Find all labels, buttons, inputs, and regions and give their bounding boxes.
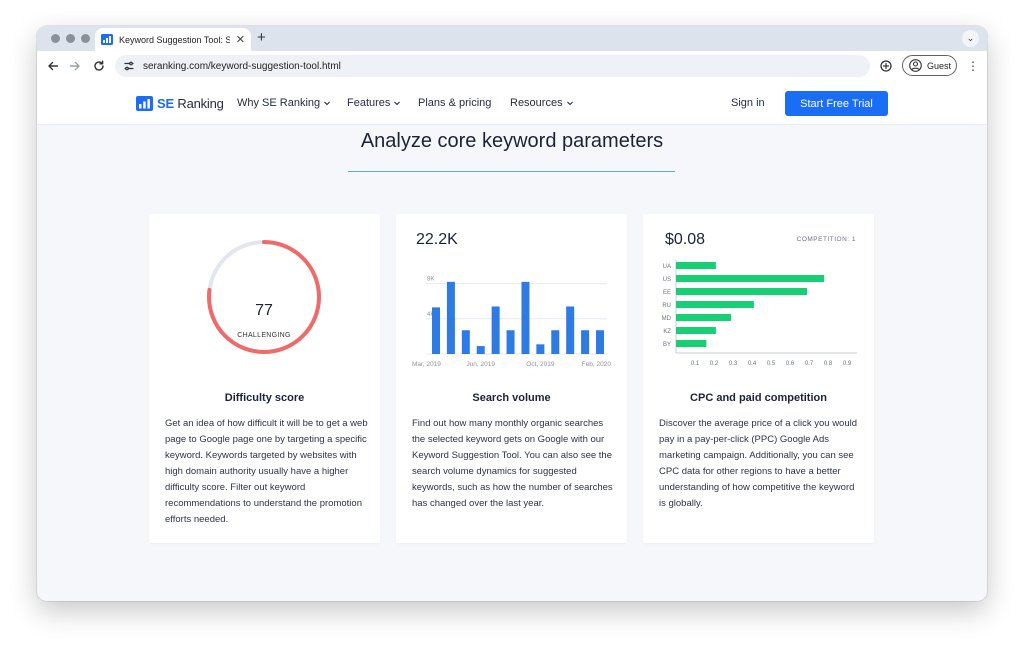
site-settings-icon[interactable] xyxy=(123,60,135,72)
x-tick-label: Oct, 2019 xyxy=(526,361,555,368)
x-tick-label: Mar, 2019 xyxy=(412,361,441,368)
start-free-trial-button[interactable]: Start Free Trial xyxy=(785,91,888,116)
x-tick-label: Jun, 2019 xyxy=(466,361,495,368)
address-bar[interactable]: seranking.com/keyword-suggestion-tool.ht… xyxy=(115,55,870,77)
minimize-window-button[interactable] xyxy=(66,34,75,43)
x-tick-label: 0.1 xyxy=(691,361,700,367)
cpc-bar xyxy=(676,327,716,334)
browser-tab-active[interactable]: Keyword Suggestion Tool: SE ✕ xyxy=(95,28,251,51)
cpc-bar xyxy=(676,340,707,347)
region-label: US xyxy=(663,277,671,283)
browser-menu-kebab-icon[interactable]: ⋮ xyxy=(967,60,979,74)
extension-icon[interactable] xyxy=(879,59,893,73)
cpc-card-title: CPC and paid competition xyxy=(690,392,827,404)
region-label: MD xyxy=(662,316,672,322)
chevron-down-icon xyxy=(394,101,401,106)
cpc-card-description: Discover the average price of a click yo… xyxy=(659,418,858,509)
x-tick-label: 0.6 xyxy=(786,361,795,367)
se-ranking-logo[interactable]: SE Ranking xyxy=(136,95,224,112)
cpc-bar xyxy=(676,262,716,269)
cpc-bar xyxy=(676,275,825,282)
nav-why-se-ranking[interactable]: Why SE Ranking xyxy=(237,82,331,124)
cpc-bar xyxy=(676,301,754,308)
gauge-chart xyxy=(207,240,321,354)
difficulty-score-label: CHALLENGING xyxy=(237,332,291,339)
region-label: UA xyxy=(663,264,671,270)
difficulty-card: 77 CHALLENGING Difficulty score Get an i… xyxy=(149,214,380,543)
volume-bar xyxy=(536,344,545,354)
window-controls xyxy=(51,34,90,43)
x-tick-label: 0.3 xyxy=(729,361,738,367)
nav-plans-pricing[interactable]: Plans & pricing xyxy=(418,82,491,124)
reload-icon[interactable] xyxy=(91,58,107,74)
tab-title: Keyword Suggestion Tool: SE xyxy=(119,34,230,45)
volume-bar xyxy=(581,330,590,354)
search-volume-card: 22.2K 8K 4K Mar, 2019 Jun, 2019 Oct, 2019 Feb… xyxy=(396,214,627,543)
close-window-button[interactable] xyxy=(51,34,60,43)
volume-bar xyxy=(461,330,470,354)
logo-wordmark: SE Ranking xyxy=(157,96,224,111)
x-tick-label: 0.9 xyxy=(843,361,852,367)
section-heading: Analyze core keyword parameters xyxy=(360,130,664,152)
heading-underline xyxy=(348,171,675,172)
difficulty-card-description: Get an idea of how difficult it will be … xyxy=(165,418,368,525)
difficulty-gauge: 77 CHALLENGING xyxy=(204,237,324,357)
region-label: KZ xyxy=(663,329,671,335)
y-tick-label: 8K xyxy=(427,277,434,283)
x-tick-label: 0.5 xyxy=(767,361,776,367)
new-tab-plus-icon[interactable]: + xyxy=(257,29,266,46)
maximize-window-button[interactable] xyxy=(81,34,90,43)
volume-bar xyxy=(521,281,530,354)
region-label: EE xyxy=(663,290,671,296)
cpc-regions-bar-chart: UA US EE RU MD KZ BY 0.1 0.2 0.3 0.4 0.5 0.6 0.7 0.8 0.… xyxy=(662,260,857,367)
x-tick-label: 0.8 xyxy=(824,361,833,367)
volume-bar xyxy=(446,281,455,354)
browser-window: Keyword Suggestion Tool: SE ✕ + ⌄ serank… xyxy=(37,26,987,601)
tab-strip: Keyword Suggestion Tool: SE ✕ + ⌄ xyxy=(37,26,987,51)
region-label: RU xyxy=(662,303,671,309)
tab-search-chevron-icon[interactable]: ⌄ xyxy=(962,30,979,47)
region-label: BY xyxy=(663,342,671,348)
profile-guest-button[interactable]: Guest xyxy=(902,55,957,76)
cpc-bar xyxy=(676,314,732,321)
search-volume-bar-chart: 8K4KMar, 2019 Jun, 2019 Oct, 2019 Feb, 2020 xyxy=(412,277,612,368)
logo-bars-icon xyxy=(136,96,153,111)
difficulty-score-value: 77 xyxy=(255,302,273,319)
volume-bar xyxy=(506,330,515,354)
forward-arrow-icon[interactable] xyxy=(67,58,83,74)
se-ranking-favicon-icon xyxy=(101,34,113,45)
volume-bar xyxy=(476,346,485,354)
cpc-bar xyxy=(676,288,808,295)
x-tick-label: Feb, 2020 xyxy=(582,361,612,368)
volume-bar xyxy=(491,306,500,354)
back-arrow-icon[interactable] xyxy=(45,58,61,74)
browser-toolbar: seranking.com/keyword-suggestion-tool.ht… xyxy=(37,51,987,83)
volume-bar xyxy=(596,330,604,354)
site-header: SE Ranking Why SE Ranking Features Plans… xyxy=(37,82,987,125)
x-tick-label: 0.4 xyxy=(748,361,757,367)
nav-features[interactable]: Features xyxy=(347,82,401,124)
x-tick-label: 0.2 xyxy=(710,361,719,367)
volume-bar xyxy=(432,307,440,354)
profile-avatar-icon xyxy=(909,59,922,72)
sign-in-link[interactable]: Sign in xyxy=(731,82,765,124)
search-volume-card-title: Search volume xyxy=(472,392,551,404)
close-tab-icon[interactable]: ✕ xyxy=(236,33,245,46)
difficulty-card-title: Difficulty score xyxy=(224,392,305,404)
profile-label: Guest xyxy=(927,60,952,71)
volume-bar xyxy=(566,306,575,354)
cpc-card: $0.08 COMPETITION: 1 UA US EE RU MD KZ BY 0.1 0.… xyxy=(643,214,874,543)
nav-resources[interactable]: Resources xyxy=(510,82,574,124)
chevron-down-icon xyxy=(566,101,573,106)
search-volume-card-description: Find out how many monthly organic search… xyxy=(412,418,613,509)
volume-bar xyxy=(551,330,560,354)
x-tick-label: 0.7 xyxy=(805,361,814,367)
url-text: seranking.com/keyword-suggestion-tool.ht… xyxy=(143,60,341,72)
chevron-down-icon xyxy=(324,101,331,106)
